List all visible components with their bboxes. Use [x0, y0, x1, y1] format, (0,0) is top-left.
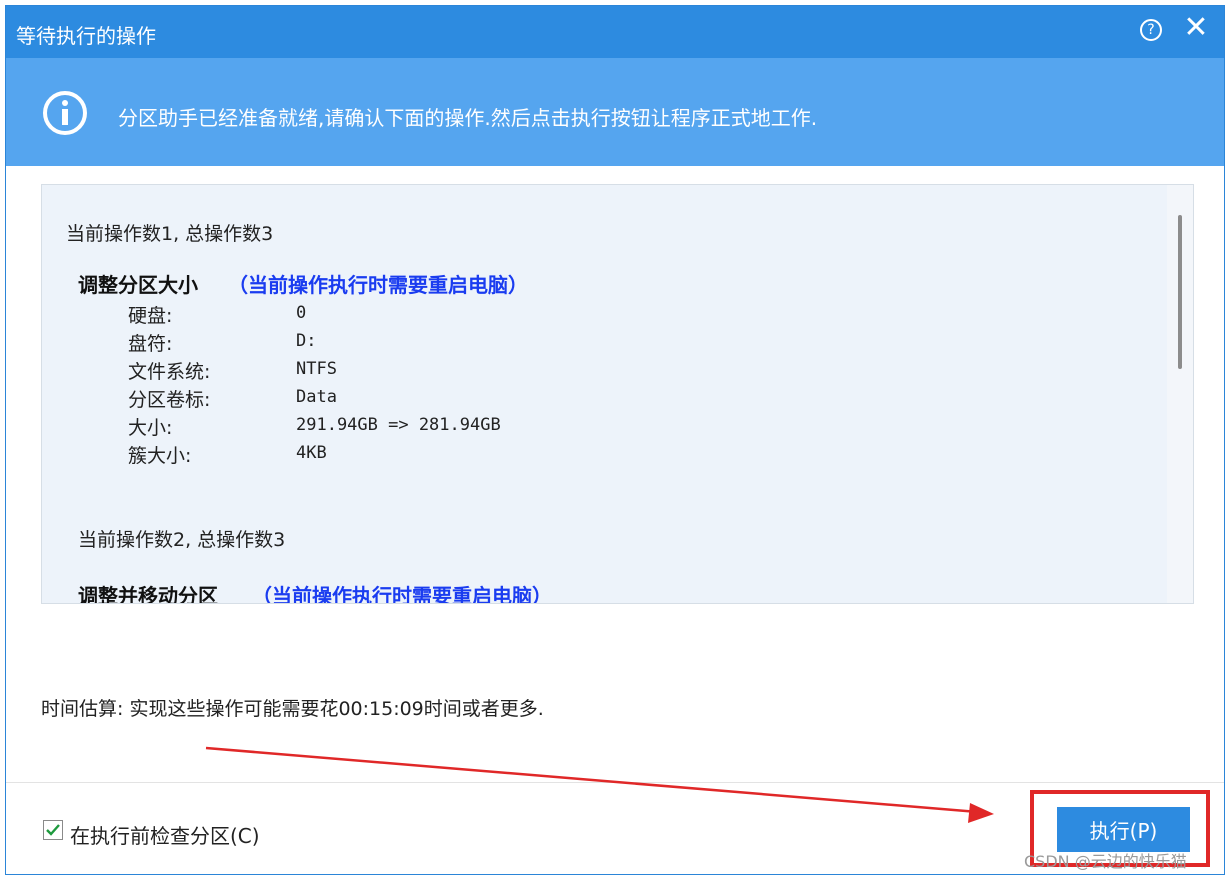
help-icon[interactable]: ?: [1140, 19, 1162, 41]
dialog-title: 等待执行的操作: [16, 24, 156, 48]
check-partition-label[interactable]: 在执行前检查分区(C): [70, 820, 260, 849]
operations-list: 当前操作数1, 总操作数3 调整分区大小 （当前操作执行时需要重启电脑） 硬盘:…: [41, 184, 1194, 604]
time-estimate: 时间估算: 实现这些操作可能需要花00:15:09时间或者更多.: [41, 698, 544, 720]
prop-value-volume-label: Data: [296, 387, 337, 407]
prop-label-drive-letter: 盘符:: [128, 333, 173, 355]
prop-label-cluster-size: 簇大小:: [128, 445, 192, 467]
operation-title: 调整分区大小: [78, 273, 198, 297]
prop-value-cluster-size: 4KB: [296, 443, 327, 463]
info-message: 分区助手已经准备就绪,请确认下面的操作.然后点击执行按钮让程序正式地工作.: [118, 106, 818, 130]
prop-value-size: 291.94GB => 281.94GB: [296, 415, 501, 435]
operation-title: 调整并移动分区: [78, 584, 218, 604]
operation-restart-note: （当前操作执行时需要重启电脑）: [228, 273, 528, 297]
prop-value-disk: 0: [296, 303, 307, 323]
pending-operations-dialog: 等待执行的操作 ? ✕ 分区助手已经准备就绪,请确认下面的操作.然后点击执行按钮…: [5, 5, 1225, 875]
info-icon: [43, 91, 87, 135]
prop-value-drive-letter: D:: [296, 331, 317, 351]
prop-value-file-system: NTFS: [296, 359, 337, 379]
close-icon[interactable]: ✕: [1182, 13, 1210, 43]
prop-label-size: 大小:: [128, 417, 173, 439]
operation-counter: 当前操作数1, 总操作数3: [66, 223, 274, 245]
vertical-scrollbar[interactable]: [1167, 185, 1193, 603]
watermark: CSDN @云边的快乐猫: [1024, 852, 1187, 871]
operation-restart-note: （当前操作执行时需要重启电脑）: [252, 584, 552, 604]
prop-label-file-system: 文件系统:: [128, 361, 211, 383]
prop-label-disk: 硬盘:: [128, 305, 173, 327]
operation-counter: 当前操作数2, 总操作数3: [78, 529, 286, 551]
prop-label-volume-label: 分区卷标:: [128, 389, 211, 411]
title-bar: 等待执行的操作 ? ✕: [6, 6, 1224, 58]
info-banner: 分区助手已经准备就绪,请确认下面的操作.然后点击执行按钮让程序正式地工作.: [6, 58, 1224, 166]
checkmark-icon: [46, 824, 60, 836]
check-partition-checkbox[interactable]: [43, 820, 63, 840]
scrollbar-thumb[interactable]: [1178, 215, 1182, 369]
